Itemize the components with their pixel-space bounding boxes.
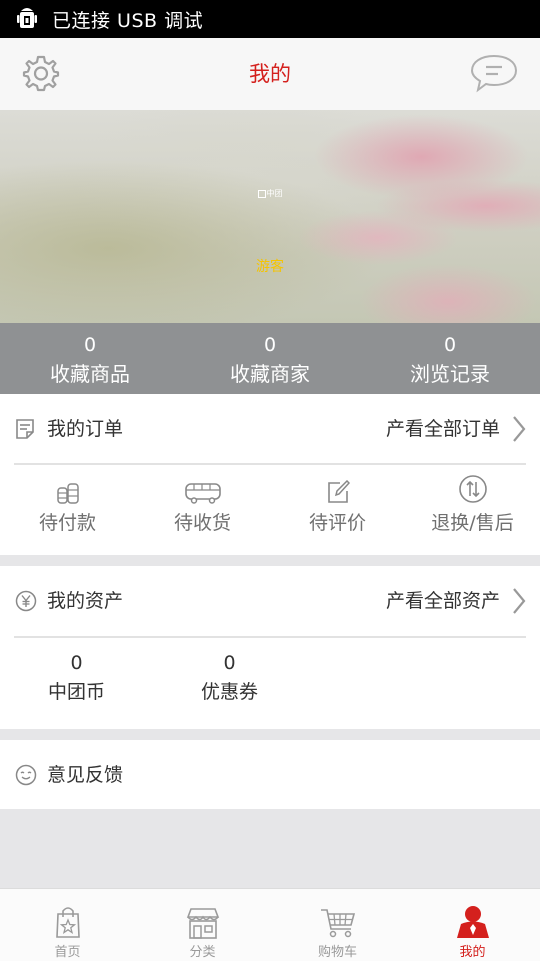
stats-bar: 0 收藏商品 0 收藏商家 0 浏览记录 [0, 323, 540, 394]
order-status-label: 退换/售后 [431, 512, 514, 534]
divider [14, 463, 526, 465]
divider [14, 636, 526, 638]
order-list-icon [15, 418, 37, 440]
orders-title: 我的订单 [47, 418, 124, 440]
truck-icon [135, 474, 270, 504]
stat-label: 浏览记录 [410, 362, 490, 386]
bottom-tab-bar: 首页 分类 购物车 我的 [0, 888, 540, 961]
exchange-icon [405, 474, 540, 504]
orders-header-row[interactable]: 我的订单 产看全部订单 [0, 394, 540, 464]
smile-icon [15, 764, 37, 786]
logo-mark-icon [257, 189, 266, 198]
order-returns[interactable]: 退换/售后 [405, 466, 540, 535]
coins-icon [0, 474, 135, 504]
tab-category[interactable]: 分类 [135, 889, 270, 961]
asset-label: 中团币 [47, 681, 105, 703]
store-icon [135, 899, 270, 939]
logo-text: 中团 [266, 189, 283, 198]
status-bar: 已连接 USB 调试 [0, 0, 540, 38]
feedback-label: 意见反馈 [47, 764, 124, 786]
stat-browse-history[interactable]: 0 浏览记录 [360, 323, 540, 394]
tab-mine[interactable]: 我的 [405, 889, 540, 961]
yen-icon [15, 590, 37, 612]
username[interactable]: 游客 [240, 256, 300, 276]
edit-icon [270, 474, 405, 504]
order-status-label: 待收货 [173, 512, 231, 534]
orders-card: 我的订单 产看全部订单 待付款 待收货 待评价 退换/售后 [0, 394, 540, 555]
asset-value: 0 [223, 652, 236, 674]
asset-coins[interactable]: 0 中团币 [0, 650, 153, 705]
cart-icon [270, 899, 405, 939]
stat-favorite-products[interactable]: 0 收藏商品 [0, 323, 180, 394]
header: 我的 [0, 38, 540, 110]
order-status-label: 待评价 [308, 512, 366, 534]
order-pending-receipt[interactable]: 待收货 [135, 466, 270, 535]
view-all-orders-link[interactable]: 产看全部订单 [386, 394, 500, 464]
banner-logo: 中团 [250, 188, 290, 199]
feedback-row[interactable]: 意见反馈 [0, 740, 540, 810]
tab-label: 分类 [189, 945, 216, 960]
tab-label: 购物车 [317, 945, 357, 960]
order-status-row: 待付款 待收货 待评价 退换/售后 [0, 466, 540, 535]
page-title: 我的 [249, 62, 291, 86]
profile-banner: 中团 游客 [0, 110, 540, 323]
message-icon[interactable] [470, 53, 518, 93]
stat-count: 0 [443, 334, 457, 356]
assets-card: 我的资产 产看全部资产 0 中团币 0 优惠券 [0, 566, 540, 729]
assets-row: 0 中团币 0 优惠券 [0, 650, 306, 705]
assets-header-row[interactable]: 我的资产 产看全部资产 [0, 566, 540, 636]
assets-title: 我的资产 [47, 590, 124, 612]
chevron-right-icon [512, 415, 526, 443]
stat-label: 收藏商家 [230, 362, 310, 386]
view-all-assets-link[interactable]: 产看全部资产 [386, 566, 500, 636]
order-status-label: 待付款 [38, 512, 96, 534]
tab-cart[interactable]: 购物车 [270, 889, 405, 961]
stat-label: 收藏商品 [50, 362, 130, 386]
tab-home[interactable]: 首页 [0, 889, 135, 961]
asset-label: 优惠券 [200, 681, 258, 703]
chevron-right-icon [512, 587, 526, 615]
order-pending-payment[interactable]: 待付款 [0, 466, 135, 535]
order-pending-review[interactable]: 待评价 [270, 466, 405, 535]
feedback-card[interactable]: 意见反馈 [0, 740, 540, 809]
stat-count: 0 [83, 334, 97, 356]
status-text: 已连接 USB 调试 [52, 9, 204, 32]
stat-count: 0 [263, 334, 277, 356]
user-icon [405, 899, 540, 939]
android-usb-icon [14, 6, 40, 32]
tab-label: 我的 [459, 945, 486, 960]
asset-value: 0 [70, 652, 83, 674]
asset-coupons[interactable]: 0 优惠券 [153, 650, 306, 705]
tab-label: 首页 [54, 945, 81, 960]
shopping-bag-icon [0, 899, 135, 939]
stat-favorite-stores[interactable]: 0 收藏商家 [180, 323, 360, 394]
